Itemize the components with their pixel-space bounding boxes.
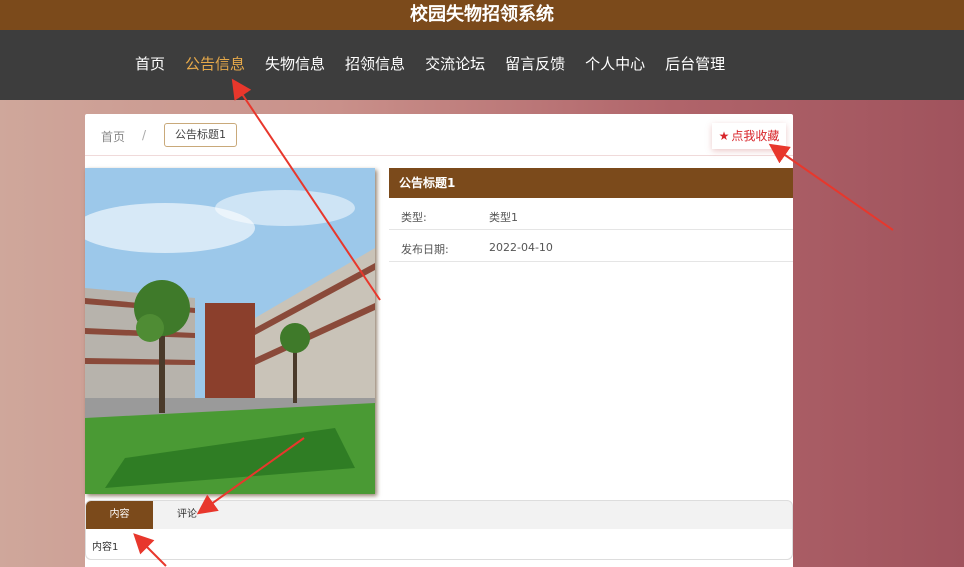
tab-content[interactable]: 内容 — [86, 501, 153, 529]
favorite-label: 点我收藏 — [731, 129, 780, 143]
nav-item-announcements[interactable]: 公告信息 — [185, 54, 245, 74]
nav-item-forum[interactable]: 交流论坛 — [425, 54, 485, 74]
nav-item-feedback[interactable]: 留言反馈 — [505, 54, 565, 74]
detail-row-type: 类型: 类型1 — [389, 198, 793, 230]
favorite-button[interactable]: ★ 点我收藏 — [712, 123, 786, 149]
detail-date-label: 发布日期: — [401, 243, 449, 256]
content-tabs: 内容 评论 内容1 — [85, 500, 793, 560]
detail-type-value: 类型1 — [489, 211, 518, 224]
detail-row-date: 发布日期: 2022-04-10 — [389, 230, 793, 262]
nav-item-admin[interactable]: 后台管理 — [665, 54, 725, 74]
detail-type-label: 类型: — [401, 211, 427, 224]
detail-card: 首页 / 公告标题1 ★ 点我收藏 公告标题1 类型: 类型1 发布日期: 20… — [85, 114, 793, 567]
detail-date-value: 2022-04-10 — [489, 241, 553, 254]
site-title: 校园失物招领系统 — [410, 4, 554, 25]
breadcrumb-home[interactable]: 首页 — [101, 128, 125, 145]
breadcrumb-separator: / — [142, 128, 147, 142]
nav-item-home[interactable]: 首页 — [135, 54, 165, 74]
announcement-image — [85, 168, 375, 494]
detail-title: 公告标题1 — [389, 168, 793, 198]
tab-comments[interactable]: 评论 — [162, 501, 212, 529]
breadcrumb: 首页 / 公告标题1 ★ 点我收藏 — [85, 114, 793, 156]
campus-photo — [85, 168, 375, 494]
star-icon: ★ — [718, 129, 730, 143]
main-nav: 首页 公告信息 失物信息 招领信息 交流论坛 留言反馈 个人中心 后台管理 — [0, 30, 964, 100]
breadcrumb-current: 公告标题1 — [164, 123, 237, 147]
detail-info-panel: 公告标题1 类型: 类型1 发布日期: 2022-04-10 — [389, 168, 793, 262]
nav-item-found-items[interactable]: 招领信息 — [345, 54, 405, 74]
nav-item-personal-center[interactable]: 个人中心 — [585, 54, 645, 74]
nav-list: 首页 公告信息 失物信息 招领信息 交流论坛 留言反馈 个人中心 后台管理 — [135, 54, 745, 74]
nav-item-lost-items[interactable]: 失物信息 — [265, 54, 325, 74]
site-title-bar: 校园失物招领系统 — [0, 0, 964, 30]
tab-content-body: 内容1 — [86, 529, 792, 559]
